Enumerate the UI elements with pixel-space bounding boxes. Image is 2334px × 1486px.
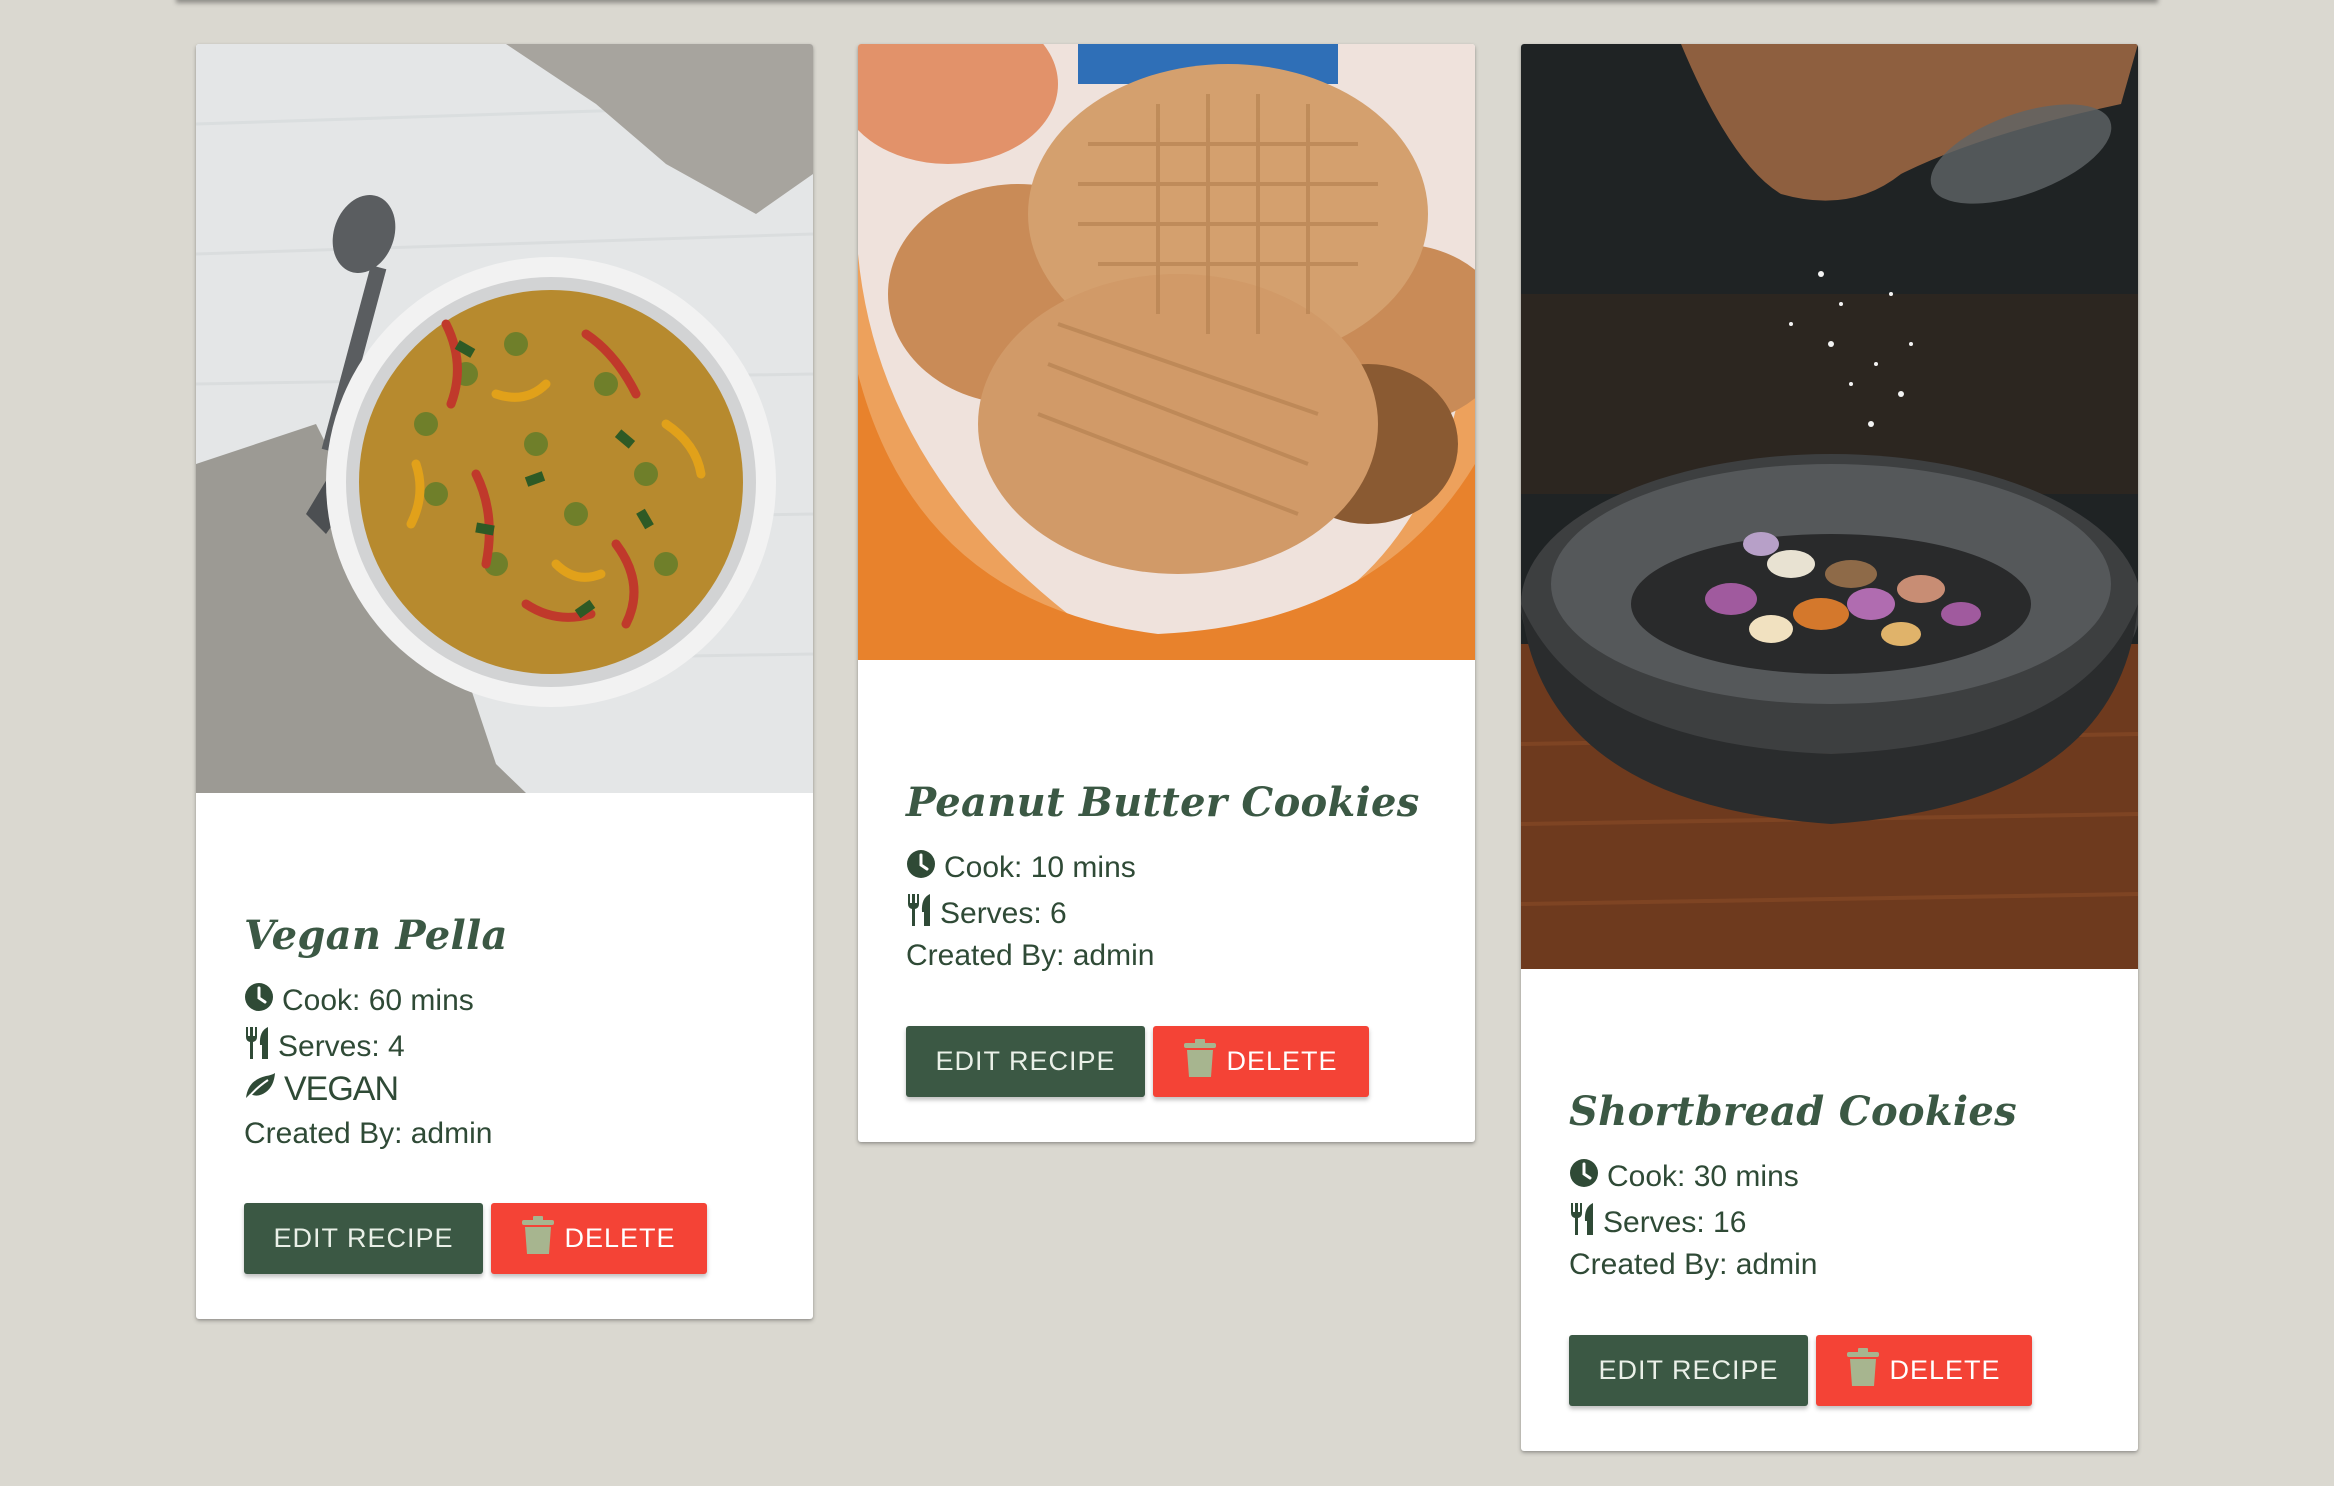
serves-text: Serves: 6 (940, 897, 1067, 930)
delete-button[interactable]: DELETE (1816, 1335, 2032, 1406)
trash-icon (522, 1216, 555, 1261)
clock-icon (1569, 1158, 1599, 1196)
serves: Serves: 6 (906, 894, 1067, 934)
edit-recipe-button[interactable]: EDIT RECIPE (244, 1203, 483, 1274)
recipe-title[interactable]: Peanut Butter Cookies (906, 779, 1420, 826)
delete-button[interactable]: DELETE (491, 1203, 707, 1274)
recipe-card: Vegan Pella Cook: 60 mins Serves: 4 VEGA… (196, 44, 813, 1319)
recipe-title[interactable]: Shortbread Cookies (1569, 1088, 2017, 1135)
mortar-bowl-photo (1521, 44, 2138, 969)
created-by: Created By: admin (1569, 1248, 1818, 1281)
delete-button[interactable]: DELETE (1153, 1026, 1369, 1097)
recipe-image[interactable] (1521, 44, 2138, 969)
edit-recipe-button[interactable]: EDIT RECIPE (1569, 1335, 1808, 1406)
vegan-badge: VEGAN (244, 1070, 399, 1109)
trash-icon (1847, 1348, 1880, 1393)
cook-time: Cook: 60 mins (244, 982, 474, 1020)
delete-label: DELETE (1226, 1046, 1338, 1076)
recipe-card: Peanut Butter Cookies Cook: 10 mins Serv… (858, 44, 1475, 1142)
vegan-text: VEGAN (284, 1070, 399, 1108)
cookies-bowl-photo (858, 44, 1475, 660)
utensils-icon (244, 1027, 270, 1067)
utensils-icon (906, 894, 932, 934)
cook-time-text: Cook: 60 mins (282, 984, 474, 1017)
created-by: Created By: admin (906, 939, 1155, 972)
recipe-image[interactable] (858, 44, 1475, 660)
delete-label: DELETE (1889, 1355, 2001, 1385)
cook-time: Cook: 10 mins (906, 849, 1136, 887)
created-by: Created By: admin (244, 1117, 493, 1150)
trash-icon (1184, 1039, 1217, 1084)
serves-text: Serves: 16 (1603, 1206, 1747, 1239)
recipe-card: Shortbread Cookies Cook: 30 mins Serves:… (1521, 44, 2138, 1451)
cook-time-text: Cook: 30 mins (1607, 1160, 1799, 1193)
leaf-icon (244, 1070, 276, 1109)
cook-time: Cook: 30 mins (1569, 1158, 1799, 1196)
clock-icon (244, 982, 274, 1020)
serves-text: Serves: 4 (278, 1030, 405, 1063)
serves: Serves: 16 (1569, 1203, 1746, 1243)
utensils-icon (1569, 1203, 1595, 1243)
recipe-title[interactable]: Vegan Pella (244, 912, 508, 959)
delete-label: DELETE (564, 1223, 676, 1253)
edit-recipe-button[interactable]: EDIT RECIPE (906, 1026, 1145, 1097)
clock-icon (906, 849, 936, 887)
serves: Serves: 4 (244, 1027, 405, 1067)
cook-time-text: Cook: 10 mins (944, 851, 1136, 884)
paella-pan-photo (196, 44, 813, 793)
recipe-image[interactable] (196, 44, 813, 793)
